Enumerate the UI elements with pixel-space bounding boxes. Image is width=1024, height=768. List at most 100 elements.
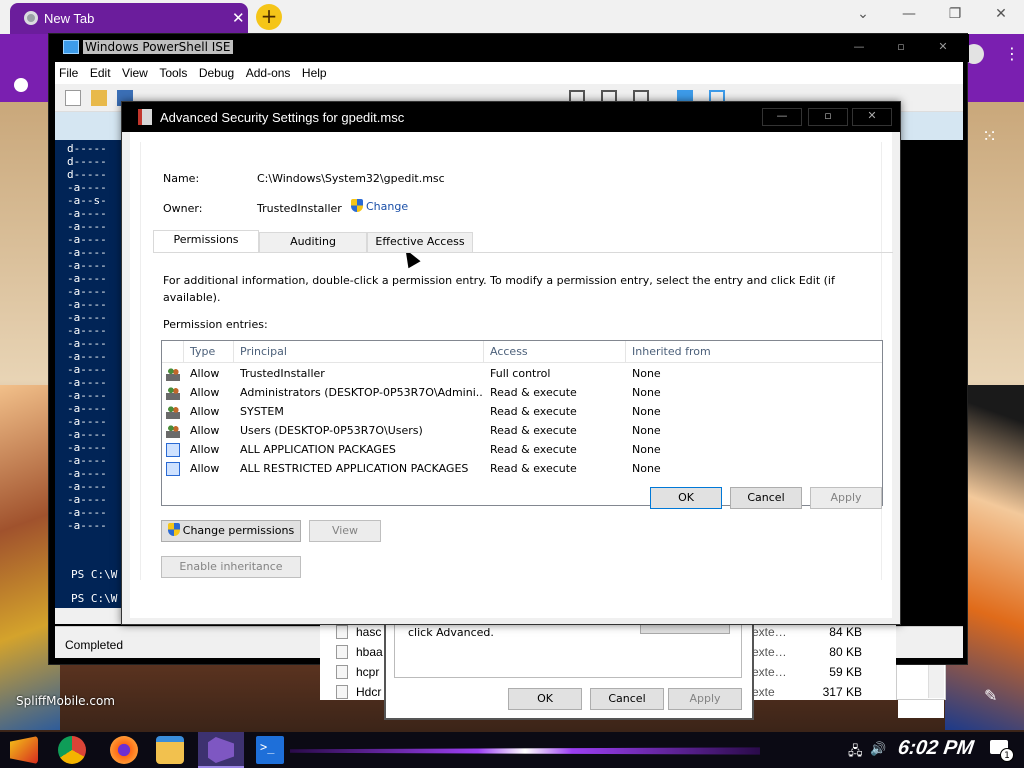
console-horizontal-scrollbar[interactable]	[55, 608, 125, 624]
chrome-menu-icon[interactable]: ⋮	[1004, 44, 1020, 63]
powershell-taskbar-icon[interactable]	[256, 736, 284, 764]
entry-principal: SYSTEM	[240, 405, 284, 418]
entry-principal: ALL APPLICATION PACKAGES	[240, 443, 396, 456]
apps-grid-icon[interactable]: ⁙	[982, 126, 1002, 147]
menu-addons[interactable]: Add-ons	[242, 62, 295, 84]
ise-minimize-button[interactable]: —	[839, 40, 879, 53]
ise-window-title: Windows PowerShell ISE	[83, 40, 233, 54]
permission-entry-row[interactable]: Allow Administrators (DESKTOP-0P53R7O\Adm…	[162, 384, 882, 403]
file-size: 317 KB	[822, 685, 862, 699]
properties-hint-text: click Advanced.	[408, 626, 494, 639]
menu-edit[interactable]: Edit	[86, 62, 115, 84]
chrome-tab-search-icon[interactable]: ⌄	[848, 6, 878, 26]
ise-console-pane[interactable]: d----- d----- d----- -a---- -a--s- -a---…	[55, 140, 125, 620]
bg-apply-button[interactable]: Apply	[668, 688, 742, 710]
chrome-close-button[interactable]: ✕	[986, 6, 1016, 26]
tab-permissions[interactable]: Permissions	[153, 230, 259, 252]
ok-button[interactable]: OK	[650, 487, 722, 509]
ise-close-button[interactable]: ✕	[923, 40, 963, 53]
console-line: d-----	[67, 142, 107, 155]
bg-cancel-button[interactable]: Cancel	[590, 688, 664, 710]
network-icon[interactable]: 🖧	[848, 742, 863, 764]
view-button[interactable]: View	[309, 520, 381, 542]
owner-label: Owner:	[163, 202, 203, 215]
visual-studio-taskbar-icon[interactable]	[198, 732, 244, 768]
file-type: exte	[752, 685, 775, 699]
file-type: exte…	[752, 645, 787, 659]
file-explorer-taskbar-icon[interactable]	[156, 736, 184, 764]
chrome-tab-new-tab[interactable]: New Tab ✕	[10, 3, 248, 34]
permission-entry-row[interactable]: Allow Users (DESKTOP-0P53R7O\Users) Read &…	[162, 422, 882, 441]
permission-entries-table[interactable]: Type Principal Access Inherited from All…	[161, 340, 883, 506]
bg-ok-button[interactable]: OK	[508, 688, 582, 710]
permission-entry-row[interactable]: Allow TrustedInstaller Full control None	[162, 365, 882, 384]
entry-access: Full control	[490, 367, 551, 380]
chrome-bookmark-icon[interactable]	[14, 78, 28, 92]
tab-auditing[interactable]: Auditing	[259, 232, 367, 252]
permission-entry-row[interactable]: Allow SYSTEM Read & execute None	[162, 403, 882, 422]
file-type: exte…	[752, 665, 787, 679]
volume-icon[interactable]: 🔊	[870, 742, 886, 757]
info-text: For additional information, double-click…	[163, 274, 835, 304]
file-size: 59 KB	[829, 665, 862, 679]
console-line: d-----	[67, 155, 107, 168]
file-icon	[336, 645, 348, 659]
entry-inherited-from: None	[632, 443, 661, 456]
pen-icon[interactable]: ✎	[984, 686, 997, 705]
dialog-close-button[interactable]: ✕	[852, 108, 892, 126]
dialog-panel: Name: C:\Windows\System32\gpedit.msc Own…	[140, 142, 893, 580]
dialog-maximize-button[interactable]: ▫	[808, 108, 848, 126]
dialog-minimize-button[interactable]: —	[762, 108, 802, 126]
permission-entry-row[interactable]: Allow ALL APPLICATION PACKAGES Read & exec…	[162, 441, 882, 460]
console-line: -a----	[67, 389, 107, 402]
powershell-icon	[63, 40, 79, 54]
console-line: -a----	[67, 441, 107, 454]
cancel-button[interactable]: Cancel	[730, 487, 802, 509]
menu-file[interactable]: File	[55, 62, 82, 84]
chrome-taskbar-icon[interactable]	[58, 736, 86, 764]
close-tab-icon[interactable]: ✕	[232, 9, 245, 27]
console-line: -a----	[67, 415, 107, 428]
entry-principal: Administrators (DESKTOP-0P53R7O\Admini..…	[240, 386, 482, 399]
permission-entry-row[interactable]: Allow ALL RESTRICTED APPLICATION PACKAGES…	[162, 460, 882, 479]
ise-menubar: File Edit View Tools Debug Add-ons Help	[55, 62, 963, 84]
ise-maximize-button[interactable]: ▫	[881, 40, 921, 53]
table-header: Type Principal Access Inherited from	[162, 341, 882, 363]
console-line: -a----	[67, 220, 107, 233]
taskbar-decoration	[290, 747, 760, 755]
firefox-taskbar-icon[interactable]	[110, 736, 138, 764]
change-permissions-button[interactable]: Change permissions	[161, 520, 301, 542]
column-header-type[interactable]: Type	[184, 341, 234, 363]
new-tab-button[interactable]: +	[256, 4, 282, 30]
menu-tools[interactable]: Tools	[155, 62, 191, 84]
entry-type: Allow	[190, 386, 220, 399]
entry-type: Allow	[190, 462, 220, 475]
clock[interactable]: 6:02 PM	[896, 737, 976, 760]
explorer-view-icons[interactable]	[898, 700, 944, 718]
entry-access: Read & execute	[490, 405, 577, 418]
apply-button[interactable]: Apply	[810, 487, 882, 509]
column-header-icon[interactable]	[162, 341, 184, 363]
column-header-principal[interactable]: Principal	[234, 341, 484, 363]
console-line: -a----	[67, 324, 107, 337]
menu-view[interactable]: View	[118, 62, 152, 84]
start-button[interactable]	[10, 736, 38, 764]
column-header-inherited-from[interactable]: Inherited from	[626, 341, 882, 363]
change-owner-link[interactable]: Change	[351, 199, 408, 217]
console-line: -a----	[67, 402, 107, 415]
advanced-security-settings-dialog: Advanced Security Settings for gpedit.ms…	[121, 101, 901, 625]
column-header-access[interactable]: Access	[484, 341, 626, 363]
open-folder-icon[interactable]	[91, 90, 107, 106]
enable-inheritance-button[interactable]: Enable inheritance	[161, 556, 301, 578]
chrome-restore-button[interactable]: ❐	[940, 6, 970, 26]
tab-effective-access[interactable]: Effective Access	[367, 232, 473, 252]
action-center-icon[interactable]: 1	[990, 740, 1014, 762]
permission-entries-label: Permission entries:	[163, 318, 268, 331]
chrome-minimize-button[interactable]: —	[894, 6, 924, 26]
console-line: -a----	[67, 480, 107, 493]
file-name: hasc	[356, 625, 382, 639]
menu-help[interactable]: Help	[298, 62, 331, 84]
entry-access: Read & execute	[490, 386, 577, 399]
menu-debug[interactable]: Debug	[195, 62, 238, 84]
new-file-icon[interactable]	[65, 90, 81, 106]
